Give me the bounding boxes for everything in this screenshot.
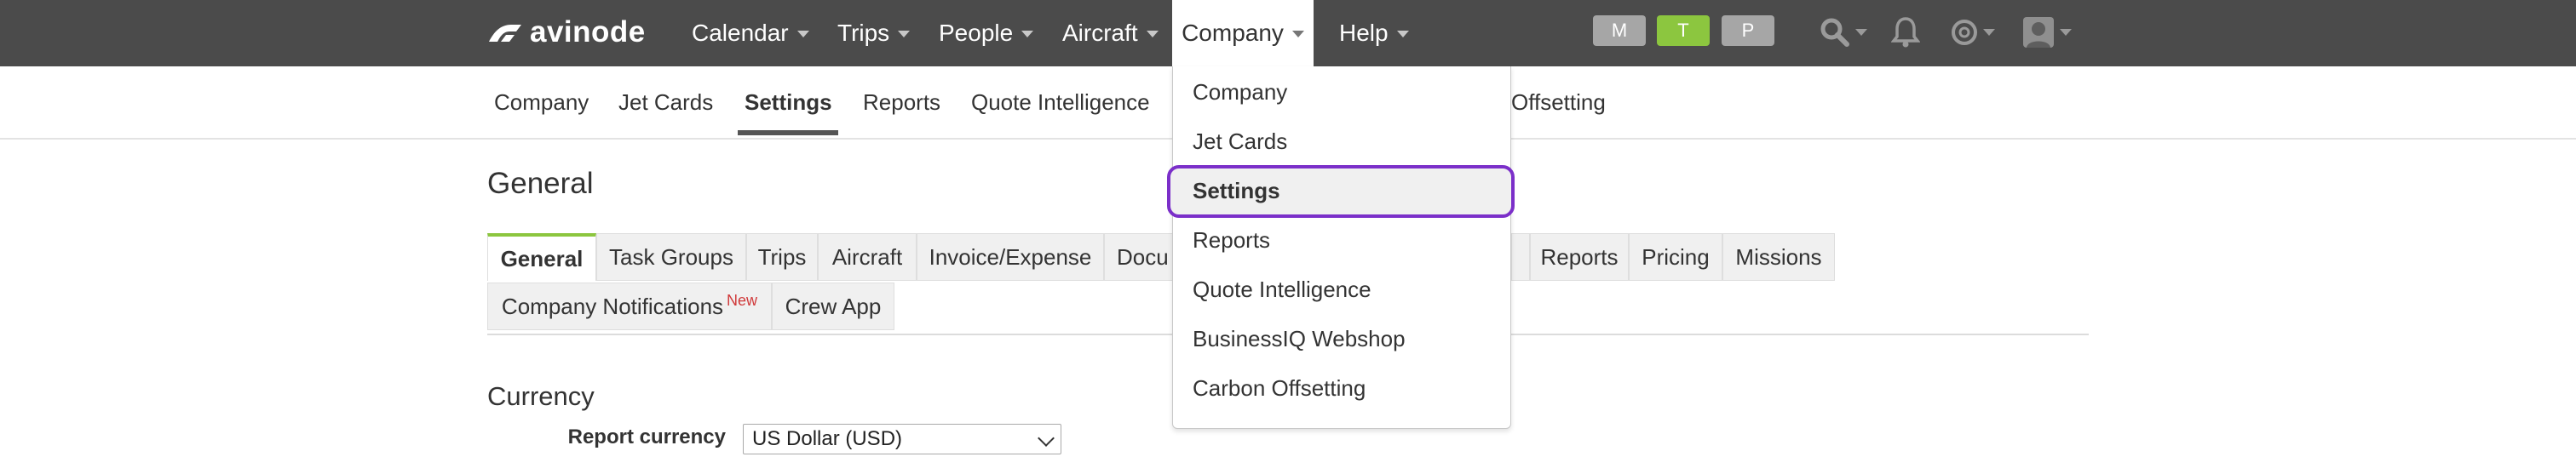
nav-trips-label: Trips <box>837 20 890 46</box>
nav-calendar[interactable]: Calendar <box>692 0 809 66</box>
dropdown-item-jet-cards[interactable]: Jet Cards <box>1193 124 1287 158</box>
tab-hidden-partial[interactable] <box>1511 233 1530 281</box>
tab-company-notifications[interactable]: Company Notifications New <box>487 283 772 330</box>
nav-people-label: People <box>939 20 1014 46</box>
tab-crew-app-label: Crew App <box>785 293 882 319</box>
report-currency-select[interactable]: US Dollar (USD) <box>743 424 1061 454</box>
tab-trips[interactable]: Trips <box>746 233 818 281</box>
subnav-reports[interactable]: Reports <box>863 66 940 138</box>
tab-invoice-expense-label: Invoice/Expense <box>929 243 1092 270</box>
subnav-settings-label: Settings <box>745 89 832 115</box>
report-currency-label: Report currency <box>567 425 726 448</box>
report-currency-value: US Dollar (USD) <box>752 427 903 450</box>
dropdown-item-jet-cards-label: Jet Cards <box>1193 128 1288 154</box>
search-menu[interactable] <box>1820 15 1867 49</box>
chevron-down-icon <box>2060 29 2072 36</box>
page-title: General <box>487 167 594 200</box>
help-lifebuoy-icon <box>1952 20 1977 45</box>
dropdown-item-quote-intelligence-label: Quote Intelligence <box>1193 276 1371 302</box>
avinode-logo-icon <box>489 25 521 42</box>
env-button-t-label: T <box>1677 20 1689 41</box>
chevron-down-icon <box>1983 29 1995 36</box>
env-button-p[interactable]: P <box>1722 15 1774 46</box>
dropdown-item-businessiq-webshop[interactable]: BusinessIQ Webshop <box>1193 322 1406 356</box>
subnav-jet-cards-label: Jet Cards <box>618 89 714 115</box>
tab-documents-label: Docu <box>1117 243 1169 270</box>
subnav-carbon-offsetting[interactable]: Offsetting <box>1511 66 1606 138</box>
dropdown-item-company-label: Company <box>1193 78 1288 105</box>
env-button-t[interactable]: T <box>1657 15 1710 46</box>
nav-calendar-label: Calendar <box>692 20 789 46</box>
chevron-down-icon <box>1038 430 1055 447</box>
tab-task-groups-label: Task Groups <box>609 243 733 270</box>
nav-help[interactable]: Help <box>1339 0 1409 66</box>
subnav-jet-cards[interactable]: Jet Cards <box>618 66 713 138</box>
tab-pricing-label: Pricing <box>1642 243 1710 270</box>
subnav-quote-intelligence-label: Quote Intelligence <box>971 89 1150 115</box>
env-button-p-label: P <box>1741 20 1755 41</box>
nav-company[interactable]: Company <box>1172 0 1314 66</box>
nav-people[interactable]: People <box>939 0 1034 66</box>
dropdown-item-settings[interactable]: Settings <box>1193 174 1280 208</box>
tab-trips-label: Trips <box>757 243 807 270</box>
chevron-down-icon <box>1146 31 1159 37</box>
dropdown-item-carbon-offsetting-label: Carbon Offsetting <box>1193 374 1366 401</box>
user-menu[interactable] <box>2022 15 2072 49</box>
currency-section-title: Currency <box>487 381 595 411</box>
chevron-down-icon <box>1021 31 1034 37</box>
nav-aircraft[interactable]: Aircraft <box>1062 0 1159 66</box>
tab-company-notifications-label: Company Notifications <box>501 293 724 319</box>
notifications-button[interactable] <box>1891 15 1920 49</box>
tab-invoice-expense[interactable]: Invoice/Expense <box>917 233 1104 281</box>
tab-crew-app[interactable]: Crew App <box>772 283 894 330</box>
subnav-offsetting-label: Offsetting <box>1511 89 1606 115</box>
subnav-reports-label: Reports <box>863 89 941 115</box>
brand-name: avinode <box>530 15 646 49</box>
chevron-down-icon <box>796 31 809 37</box>
dropdown-item-businessiq-webshop-label: BusinessIQ Webshop <box>1193 325 1406 351</box>
chevron-down-icon <box>1291 31 1304 37</box>
chevron-down-icon <box>1396 31 1409 37</box>
tab-task-groups[interactable]: Task Groups <box>596 233 746 281</box>
bell-icon <box>1891 17 1920 48</box>
subnav-quote-intelligence[interactable]: Quote Intelligence <box>971 66 1150 138</box>
active-subnav-indicator <box>738 130 838 135</box>
nav-company-label: Company <box>1182 20 1284 46</box>
env-button-m-label: M <box>1611 20 1628 41</box>
dropdown-item-quote-intelligence[interactable]: Quote Intelligence <box>1193 272 1371 306</box>
chevron-down-icon <box>898 31 911 37</box>
nav-trips[interactable]: Trips <box>837 0 911 66</box>
avinode-logo[interactable]: avinode <box>486 15 646 49</box>
tab-missions-label: Missions <box>1735 243 1822 270</box>
tab-general[interactable]: General <box>487 233 596 281</box>
top-navigation-bar: avinode Calendar Trips People Aircraft C… <box>0 0 2576 66</box>
tab-reports[interactable]: Reports <box>1530 233 1629 281</box>
chevron-down-icon <box>1855 29 1867 36</box>
dropdown-item-reports[interactable]: Reports <box>1193 223 1270 257</box>
tab-missions[interactable]: Missions <box>1722 233 1835 281</box>
help-menu[interactable] <box>1951 15 1995 49</box>
tab-pricing[interactable]: Pricing <box>1629 233 1722 281</box>
subnav-company-label: Company <box>494 89 589 115</box>
env-button-m[interactable]: M <box>1593 15 1646 46</box>
tab-reports-label: Reports <box>1540 243 1619 270</box>
dropdown-item-settings-label: Settings <box>1193 177 1280 203</box>
subnav-company[interactable]: Company <box>494 66 589 138</box>
new-badge: New <box>727 291 758 309</box>
tab-aircraft[interactable]: Aircraft <box>818 233 917 281</box>
search-icon <box>1820 18 1849 47</box>
dropdown-item-reports-label: Reports <box>1193 226 1271 253</box>
user-avatar-icon <box>2023 17 2054 48</box>
subnav-settings[interactable]: Settings <box>745 66 832 138</box>
dropdown-item-company[interactable]: Company <box>1193 75 1287 109</box>
nav-help-label: Help <box>1339 20 1389 46</box>
tab-general-label: General <box>500 245 584 271</box>
nav-aircraft-label: Aircraft <box>1062 20 1138 46</box>
tab-aircraft-label: Aircraft <box>831 243 903 270</box>
dropdown-item-carbon-offsetting[interactable]: Carbon Offsetting <box>1193 371 1366 405</box>
